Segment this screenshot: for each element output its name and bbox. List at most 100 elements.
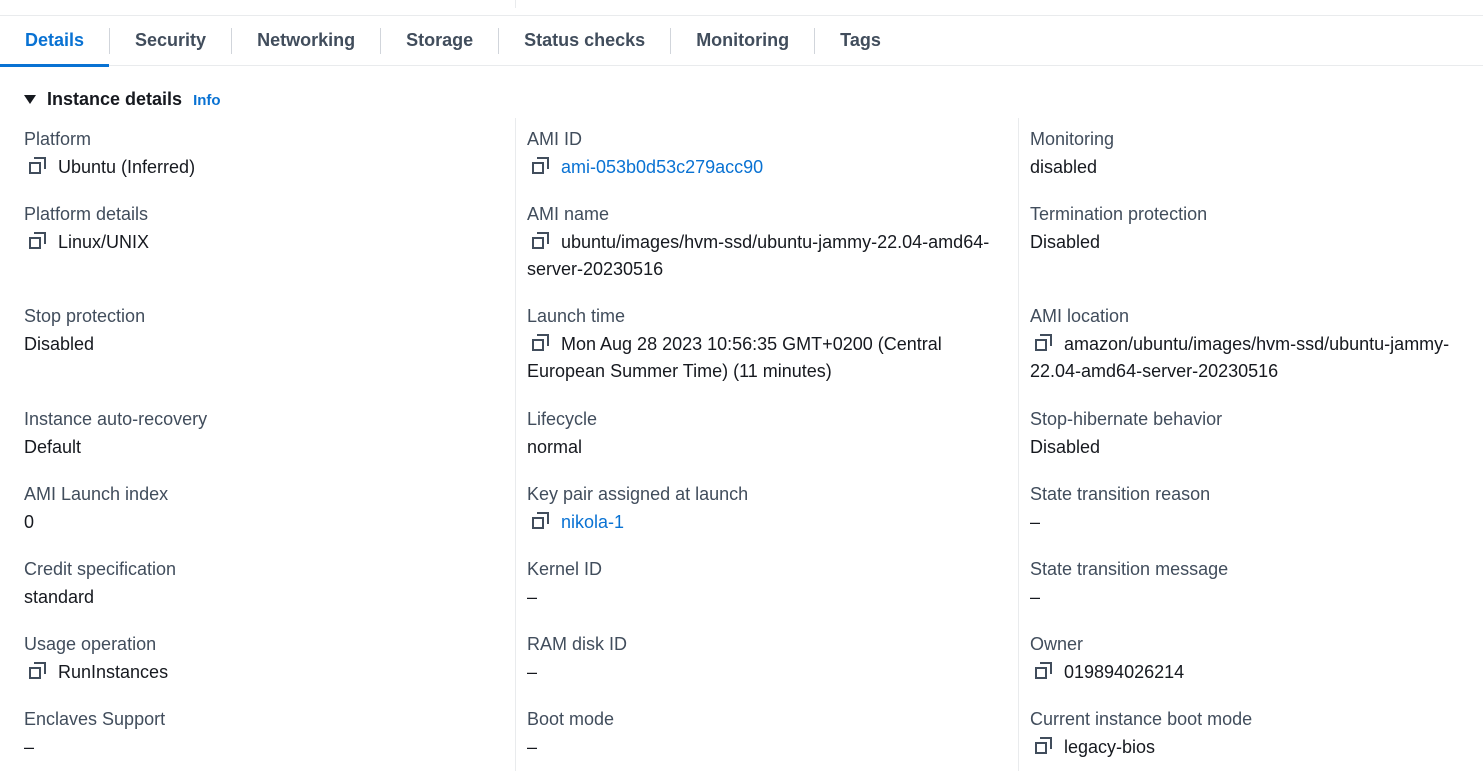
value-text: 0: [24, 512, 35, 532]
field-label: Platform details: [24, 204, 149, 224]
field-label: Boot mode: [527, 709, 615, 729]
copy-icon[interactable]: [532, 334, 550, 352]
value-text: standard: [24, 587, 95, 607]
tab-security[interactable]: Security: [110, 16, 231, 66]
field-usage-operation: Usage operation RunInstances: [24, 633, 494, 686]
field-value: Linux/UNIX: [24, 229, 494, 256]
field-label: Monitoring: [1030, 129, 1115, 149]
field-label: Instance auto-recovery: [24, 409, 208, 429]
field-value: –: [527, 659, 1007, 686]
value-text: Linux/UNIX: [58, 232, 150, 252]
copy-icon[interactable]: [532, 232, 550, 250]
field-ram-disk-id: RAM disk ID –: [527, 633, 1007, 686]
field-label: AMI ID: [527, 129, 583, 149]
field-value: 019894026214: [1030, 659, 1475, 686]
field-value: –: [527, 734, 1007, 761]
field-ami-name: AMI name ubuntu/images/hvm-ssd/ubuntu-jam…: [527, 203, 1007, 283]
field-label: Current instance boot mode: [1030, 709, 1253, 729]
copy-icon[interactable]: [1035, 737, 1053, 755]
field-launch-time: Launch time Mon Aug 28 2023 10:56:35 GMT+…: [527, 305, 1007, 385]
field-kernel-id: Kernel ID –: [527, 558, 1007, 611]
field-label: Launch time: [527, 306, 626, 326]
column-divider: [1018, 118, 1019, 771]
value-link[interactable]: nikola-1: [561, 512, 624, 532]
copy-icon[interactable]: [532, 157, 550, 175]
field-ami-id: AMI ID ami-053b0d53c279acc90: [527, 128, 1007, 181]
field-value: RunInstances: [24, 659, 494, 686]
field-monitoring: Monitoring disabled: [1030, 128, 1475, 181]
value-text: –: [24, 737, 35, 757]
tab-bar: Details Security Networking Storage Stat…: [0, 16, 1483, 67]
value-text: –: [527, 662, 538, 682]
field-label: Lifecycle: [527, 409, 598, 429]
field-value: Disabled: [24, 331, 494, 358]
field-value: amazon/ubuntu/images/hvm-ssd/ubuntu-jamm…: [1030, 331, 1475, 385]
tab-networking[interactable]: Networking: [232, 16, 380, 66]
field-credit-specification: Credit specification standard: [24, 558, 494, 611]
field-label: AMI name: [527, 204, 610, 224]
field-termination-protection: Termination protection Disabled: [1030, 203, 1475, 256]
column-divider: [515, 118, 516, 771]
value-text: Ubuntu (Inferred): [58, 157, 196, 177]
tab-monitoring[interactable]: Monitoring: [671, 16, 814, 66]
field-label: State transition reason: [1030, 484, 1211, 504]
field-value: legacy-bios: [1030, 734, 1475, 761]
field-value: nikola-1: [527, 509, 1007, 536]
value-text: –: [1030, 587, 1041, 607]
instance-details-header[interactable]: Instance details Info: [24, 86, 221, 112]
value-text: amazon/ubuntu/images/hvm-ssd/ubuntu-jamm…: [1030, 334, 1450, 381]
field-ami-location: AMI location amazon/ubuntu/images/hvm-ssd…: [1030, 305, 1475, 385]
field-label: Owner: [1030, 634, 1084, 654]
field-value: –: [24, 734, 494, 761]
value-text: disabled: [1030, 157, 1098, 177]
field-label: Platform: [24, 129, 92, 149]
copy-icon[interactable]: [1035, 334, 1053, 352]
field-value: ami-053b0d53c279acc90: [527, 154, 1007, 181]
field-value: Mon Aug 28 2023 10:56:35 GMT+0200 (Centr…: [527, 331, 1007, 385]
value-text: Disabled: [1030, 437, 1101, 457]
field-label: Stop-hibernate behavior: [1030, 409, 1223, 429]
field-value: Disabled: [1030, 229, 1475, 256]
copy-icon[interactable]: [1035, 662, 1053, 680]
field-instance-auto-recovery: Instance auto-recovery Default: [24, 408, 494, 461]
value-text: Disabled: [1030, 232, 1101, 252]
info-link[interactable]: Info: [193, 92, 221, 109]
value-text: Default: [24, 437, 82, 457]
field-value: 0: [24, 509, 494, 536]
value-text: normal: [527, 437, 583, 457]
value-link[interactable]: ami-053b0d53c279acc90: [561, 157, 763, 177]
copy-icon[interactable]: [532, 512, 550, 530]
tab-tags[interactable]: Tags: [815, 16, 906, 66]
field-label: Key pair assigned at launch: [527, 484, 749, 504]
value-text: Disabled: [24, 334, 95, 354]
field-boot-mode: Boot mode –: [527, 708, 1007, 761]
value-text: legacy-bios: [1064, 737, 1156, 757]
value-text: ubuntu/images/hvm-ssd/ubuntu-jammy-22.04…: [527, 232, 990, 279]
field-value: Disabled: [1030, 434, 1475, 461]
value-text: 019894026214: [1064, 662, 1185, 682]
field-label: Termination protection: [1030, 204, 1208, 224]
field-state-transition-reason: State transition reason –: [1030, 483, 1475, 536]
copy-icon[interactable]: [29, 662, 47, 680]
field-label: AMI location: [1030, 306, 1130, 326]
value-text: –: [527, 737, 538, 757]
field-label: Kernel ID: [527, 559, 603, 579]
field-label: Usage operation: [24, 634, 157, 654]
value-text: –: [527, 587, 538, 607]
value-text: RunInstances: [58, 662, 169, 682]
field-current-instance-boot-mode: Current instance boot mode legacy-bios: [1030, 708, 1475, 761]
tab-status-checks[interactable]: Status checks: [499, 16, 670, 66]
field-value: –: [1030, 509, 1475, 536]
copy-icon[interactable]: [29, 157, 47, 175]
field-enclaves-support: Enclaves Support –: [24, 708, 494, 761]
field-ami-launch-index: AMI Launch index 0: [24, 483, 494, 536]
tab-storage[interactable]: Storage: [381, 16, 498, 66]
field-label: State transition message: [1030, 559, 1229, 579]
copy-icon[interactable]: [29, 232, 47, 250]
section-title: Instance details: [47, 88, 183, 109]
tab-details[interactable]: Details: [0, 16, 110, 67]
top-divider: [515, 0, 516, 8]
field-value: disabled: [1030, 154, 1475, 181]
caret-down-icon[interactable]: [24, 95, 36, 104]
field-value: Ubuntu (Inferred): [24, 154, 494, 181]
